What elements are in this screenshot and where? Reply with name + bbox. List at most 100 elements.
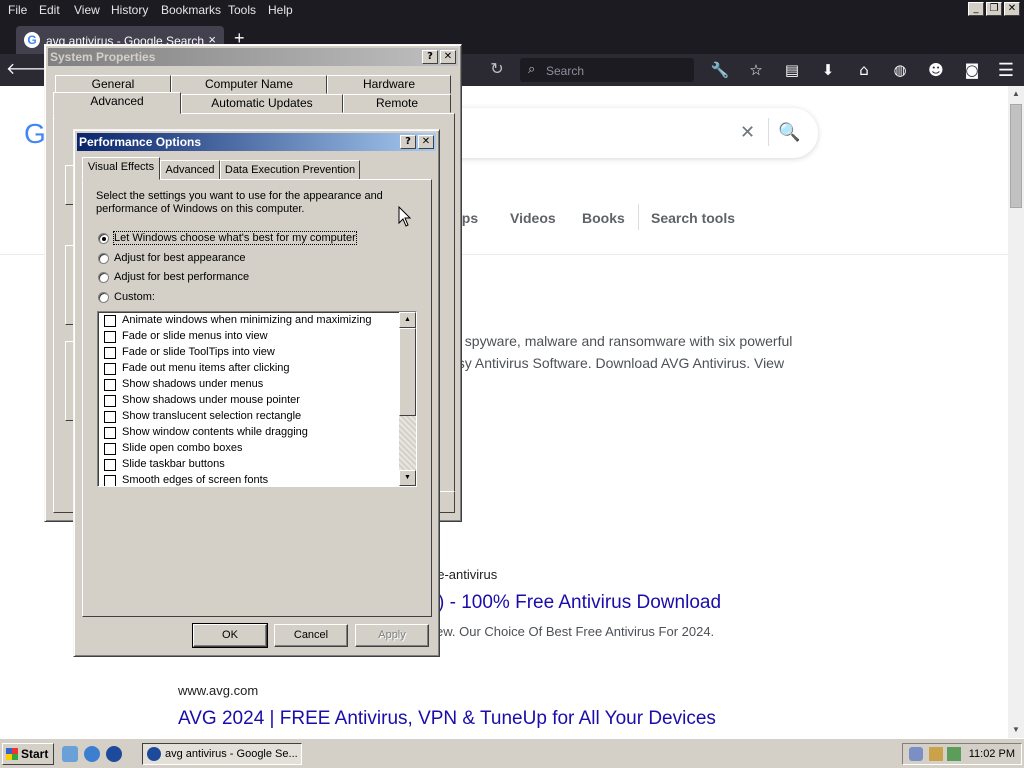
restore-icon[interactable]: ❐ [986, 2, 1002, 16]
menu-view[interactable]: View [74, 3, 100, 17]
tray-app-icon[interactable] [929, 747, 943, 761]
performance-options-titlebar: Performance Options ? ✕ [77, 133, 436, 151]
tab-data-execution-prevention[interactable]: Data Execution Prevention [220, 160, 360, 180]
checkbox[interactable] [104, 363, 116, 375]
smiley-icon[interactable]: ☻ [918, 60, 954, 80]
clock: 11:02 PM [968, 748, 1015, 760]
show-desktop-icon[interactable] [62, 746, 78, 762]
close-icon[interactable]: ✕ [1004, 2, 1020, 16]
network-icon[interactable] [909, 747, 923, 761]
radio-button[interactable] [98, 292, 109, 303]
scroll-thumb[interactable] [1010, 104, 1022, 208]
mouse-cursor-icon [398, 206, 412, 227]
search-divider [768, 118, 769, 146]
globe-icon[interactable]: ◍ [882, 60, 918, 80]
menu-tools[interactable]: Tools [228, 3, 256, 17]
taskbar-window-button[interactable]: avg antivirus - Google Se... [142, 743, 302, 765]
scroll-thumb[interactable] [399, 328, 416, 416]
checkbox[interactable] [104, 395, 116, 407]
dialog-title: System Properties [50, 50, 156, 64]
nav-tab-videos[interactable]: Videos [510, 210, 556, 226]
checkbox-label: Fade or slide menus into view [122, 330, 268, 342]
checkbox[interactable] [104, 411, 116, 423]
scroll-down-icon[interactable]: ▼ [1008, 722, 1024, 738]
toolbar-icons: 🔧 ☆ ▤ ⬇ ⌂ ◍ ☻ ◙ [702, 60, 990, 80]
reload-icon[interactable]: ↻ [484, 59, 510, 81]
tab-advanced[interactable]: Advanced [53, 92, 181, 114]
close-icon[interactable]: ✕ [440, 50, 456, 64]
clipboard-icon[interactable]: ▤ [774, 60, 810, 80]
system-tray: 11:02 PM [902, 743, 1022, 765]
back-icon[interactable]: 🡐 [6, 58, 49, 82]
checkbox-label: Show shadows under menus [122, 378, 264, 390]
scroll-down-icon[interactable]: ▼ [399, 470, 416, 486]
pocket-icon[interactable]: ◙ [954, 60, 990, 80]
list-scrollbar[interactable]: ▲ ▼ [399, 312, 416, 486]
radio-label: Adjust for best performance [114, 271, 250, 283]
checkbox[interactable] [104, 475, 116, 486]
home-icon[interactable]: ⌂ [846, 60, 882, 80]
checkbox[interactable] [104, 443, 116, 455]
checkbox[interactable] [104, 459, 116, 471]
radio-button[interactable] [98, 272, 109, 283]
dialog-title: Performance Options [79, 135, 202, 149]
checkbox-label: Fade out menu items after clicking [122, 362, 290, 374]
scroll-up-icon[interactable]: ▲ [399, 312, 416, 328]
visual-effects-list[interactable]: Animate windows when minimizing and maxi… [97, 311, 417, 487]
menu-file[interactable]: File [8, 3, 27, 17]
help-icon[interactable]: ? [400, 135, 416, 149]
checkbox-label: Show shadows under mouse pointer [122, 394, 300, 406]
nav-divider [638, 204, 639, 230]
start-button[interactable]: Start [2, 743, 54, 765]
checkbox-label: Show translucent selection rectangle [122, 410, 302, 422]
minimize-icon[interactable]: _ [968, 2, 984, 16]
google-search-icon[interactable]: 🔍 [778, 122, 800, 143]
checkbox[interactable] [104, 379, 116, 391]
wrench-icon[interactable]: 🔧 [702, 60, 738, 80]
download-icon[interactable]: ⬇ [810, 60, 846, 80]
checkbox[interactable] [104, 347, 116, 359]
star-icon[interactable]: ☆ [738, 60, 774, 80]
search-bar[interactable]: ⌕ Search [520, 58, 694, 82]
tab-computer-name[interactable]: Computer Name [171, 75, 327, 94]
result-title[interactable]: AVG 2024 | FREE Antivirus, VPN & TuneUp … [178, 708, 716, 730]
google-logo[interactable]: G [24, 118, 46, 150]
menu-help[interactable]: Help [268, 3, 293, 17]
tab-hardware[interactable]: Hardware [327, 75, 451, 94]
search-placeholder: Search [546, 64, 585, 78]
menu-history[interactable]: History [111, 3, 148, 17]
menu-edit[interactable]: Edit [39, 3, 60, 17]
tab-advanced[interactable]: Advanced [160, 160, 220, 180]
cancel-button[interactable]: Cancel [274, 624, 348, 647]
result-title[interactable]: ) - 100% Free Antivirus Download [438, 592, 721, 614]
radio-button[interactable] [98, 253, 109, 264]
checkbox[interactable] [104, 315, 116, 327]
browser-icon[interactable] [106, 746, 122, 762]
menu-bookmarks[interactable]: Bookmarks [161, 3, 221, 17]
security-icon[interactable] [947, 747, 961, 761]
page-scrollbar[interactable]: ▲ ▼ [1008, 86, 1024, 738]
tab-visual-effects[interactable]: Visual Effects [82, 157, 160, 180]
clear-search-icon[interactable]: ✕ [740, 122, 755, 143]
tab-remote[interactable]: Remote [343, 94, 451, 113]
windows-logo-icon [6, 748, 18, 760]
checkbox[interactable] [104, 331, 116, 343]
close-icon[interactable]: ✕ [418, 135, 434, 149]
checkbox-label: Animate windows when minimizing and maxi… [122, 314, 372, 326]
ok-button[interactable]: OK [192, 623, 268, 648]
scroll-up-icon[interactable]: ▲ [1008, 86, 1024, 102]
internet-explorer-icon[interactable] [84, 746, 100, 762]
result-url: www.avg.com [178, 683, 259, 698]
checkbox-label: Slide open combo boxes [122, 442, 243, 454]
apply-button[interactable]: Apply [355, 624, 429, 647]
radio-button[interactable] [98, 233, 109, 244]
google-search-box[interactable] [440, 108, 818, 158]
google-icon: G [24, 32, 40, 48]
nav-tab-search-tools[interactable]: Search tools [651, 210, 735, 226]
nav-tab-books[interactable]: Books [582, 210, 625, 226]
intro-text: Select the settings you want to use for … [96, 190, 383, 215]
hamburger-menu-icon[interactable]: ☰ [998, 60, 1014, 81]
help-icon[interactable]: ? [422, 50, 438, 64]
checkbox[interactable] [104, 427, 116, 439]
tab-automatic-updates[interactable]: Automatic Updates [181, 94, 343, 113]
